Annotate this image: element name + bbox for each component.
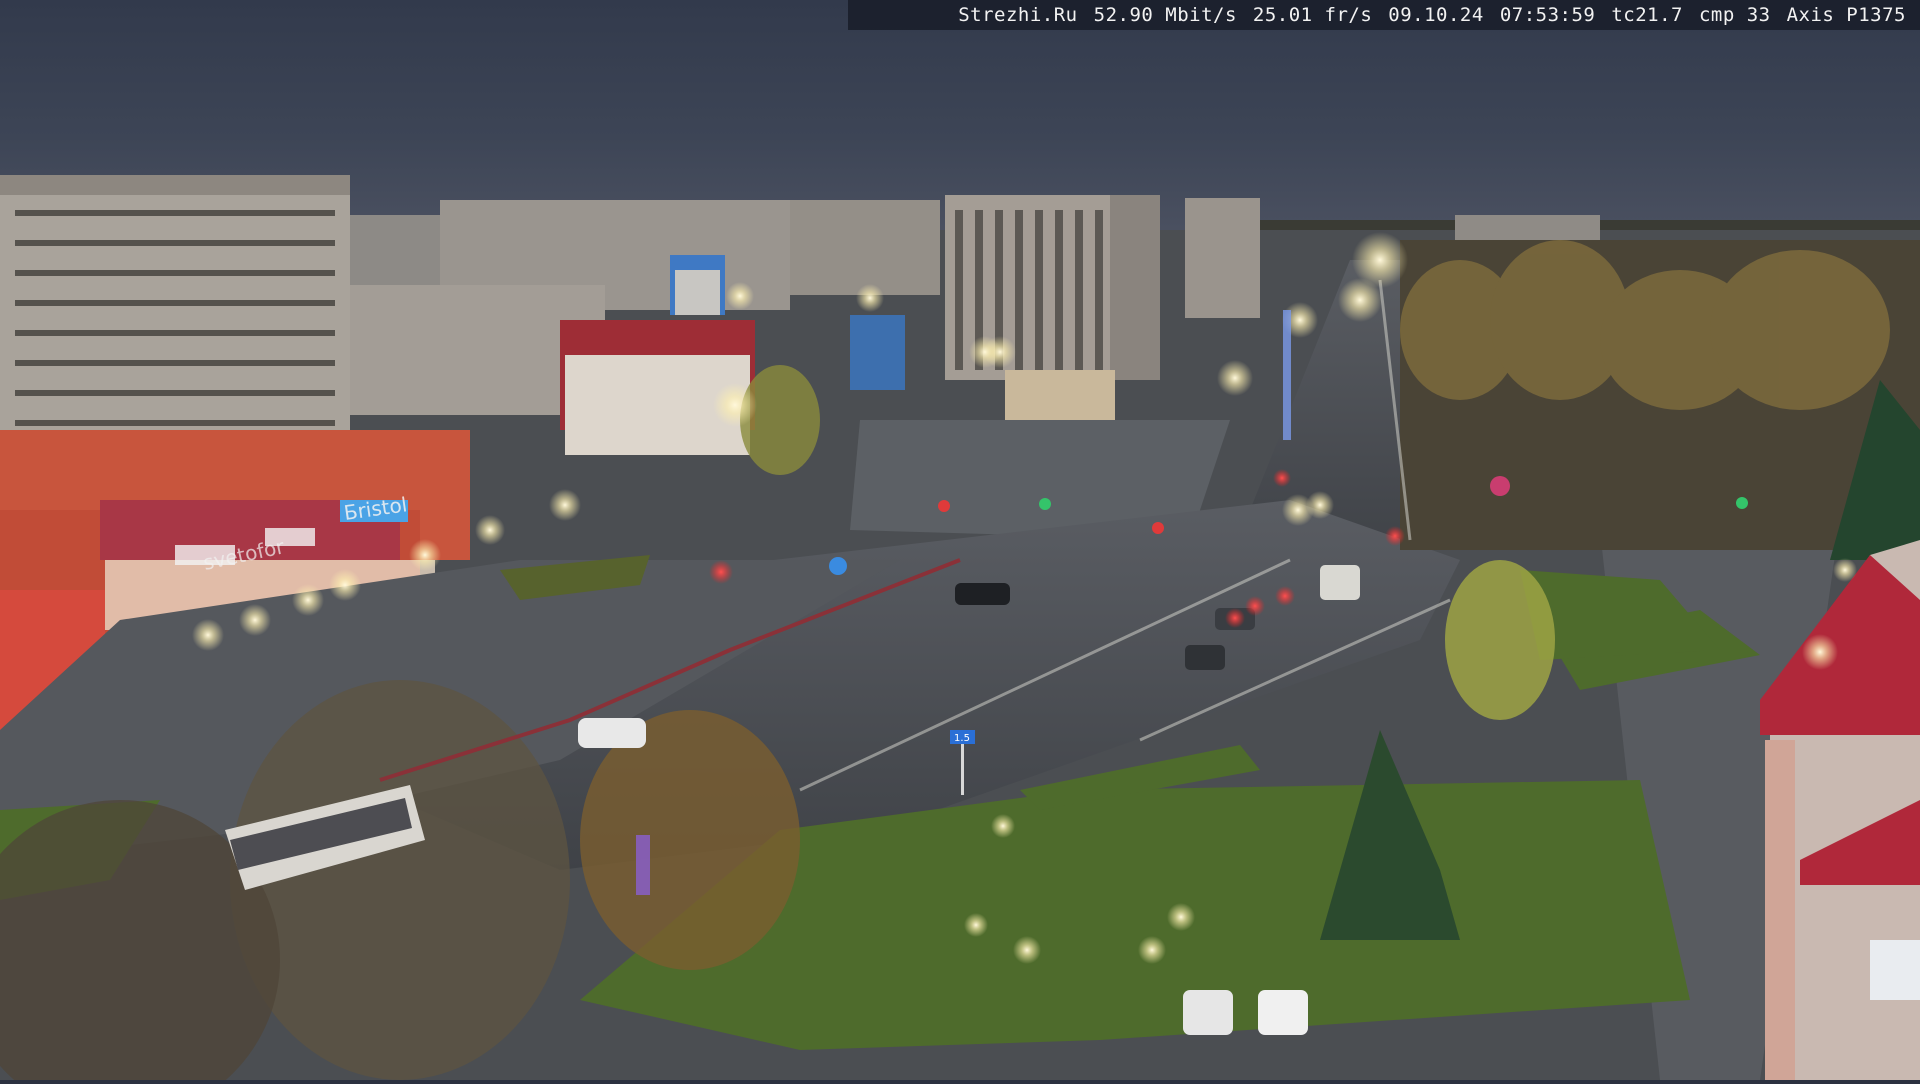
osd-framerate: 25.01 fr/s [1252, 4, 1373, 26]
road-sign-label: 1.5 [954, 733, 970, 744]
blue-light-garland [1283, 310, 1291, 440]
osd-time: 07:53:59 [1499, 4, 1596, 26]
osd-date: 09.10.24 [1388, 4, 1484, 26]
camera-osd-overlay: Strezhi.Ru 52.90 Mbit/s 25.01 fr/s 09.10… [848, 0, 1920, 30]
osd-bitrate: 52.90 Mbit/s [1093, 4, 1237, 26]
osd-site: Strezhi.Ru [958, 4, 1078, 26]
festive-light-pole [636, 835, 650, 895]
city-street-scene: 1.5 svetofor Бristol [0, 0, 1920, 1084]
osd-tc: tc21.7 [1611, 4, 1683, 26]
osd-camera-model: Axis P1375 [1786, 4, 1906, 26]
webcam-frame: 1.5 svetofor Бristol [0, 0, 1920, 1084]
osd-cmp: cmp 33 [1698, 4, 1771, 26]
right-birch-park [1400, 240, 1920, 560]
